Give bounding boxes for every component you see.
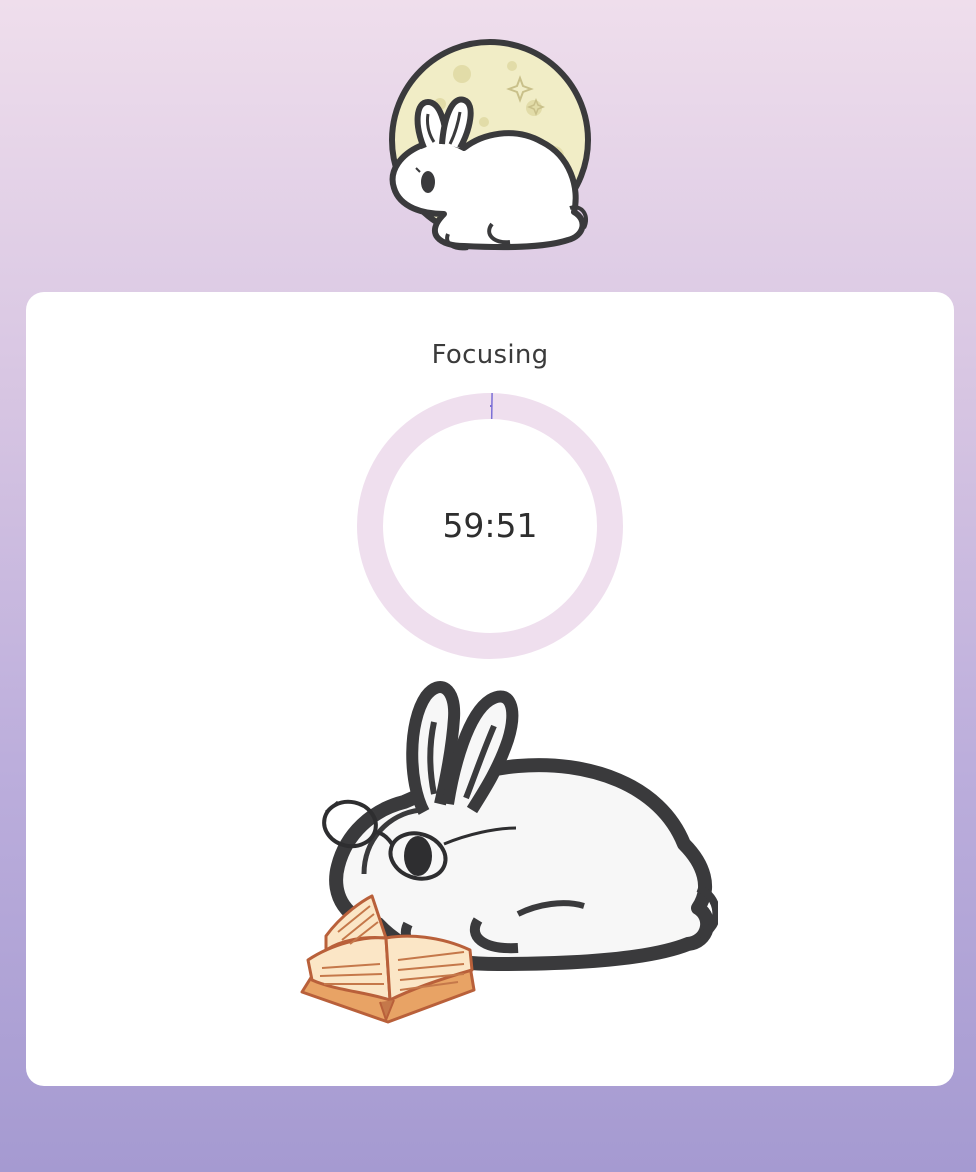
rabbit-reading-book-icon [300,681,718,1024]
timer-card: Focusing 59:51 [26,292,954,1086]
timer-status-label: Focusing [431,340,549,370]
timer-progress-ring [357,393,623,659]
timer-ring-track [357,393,623,659]
rabbit-moon-logo-icon [389,39,591,251]
